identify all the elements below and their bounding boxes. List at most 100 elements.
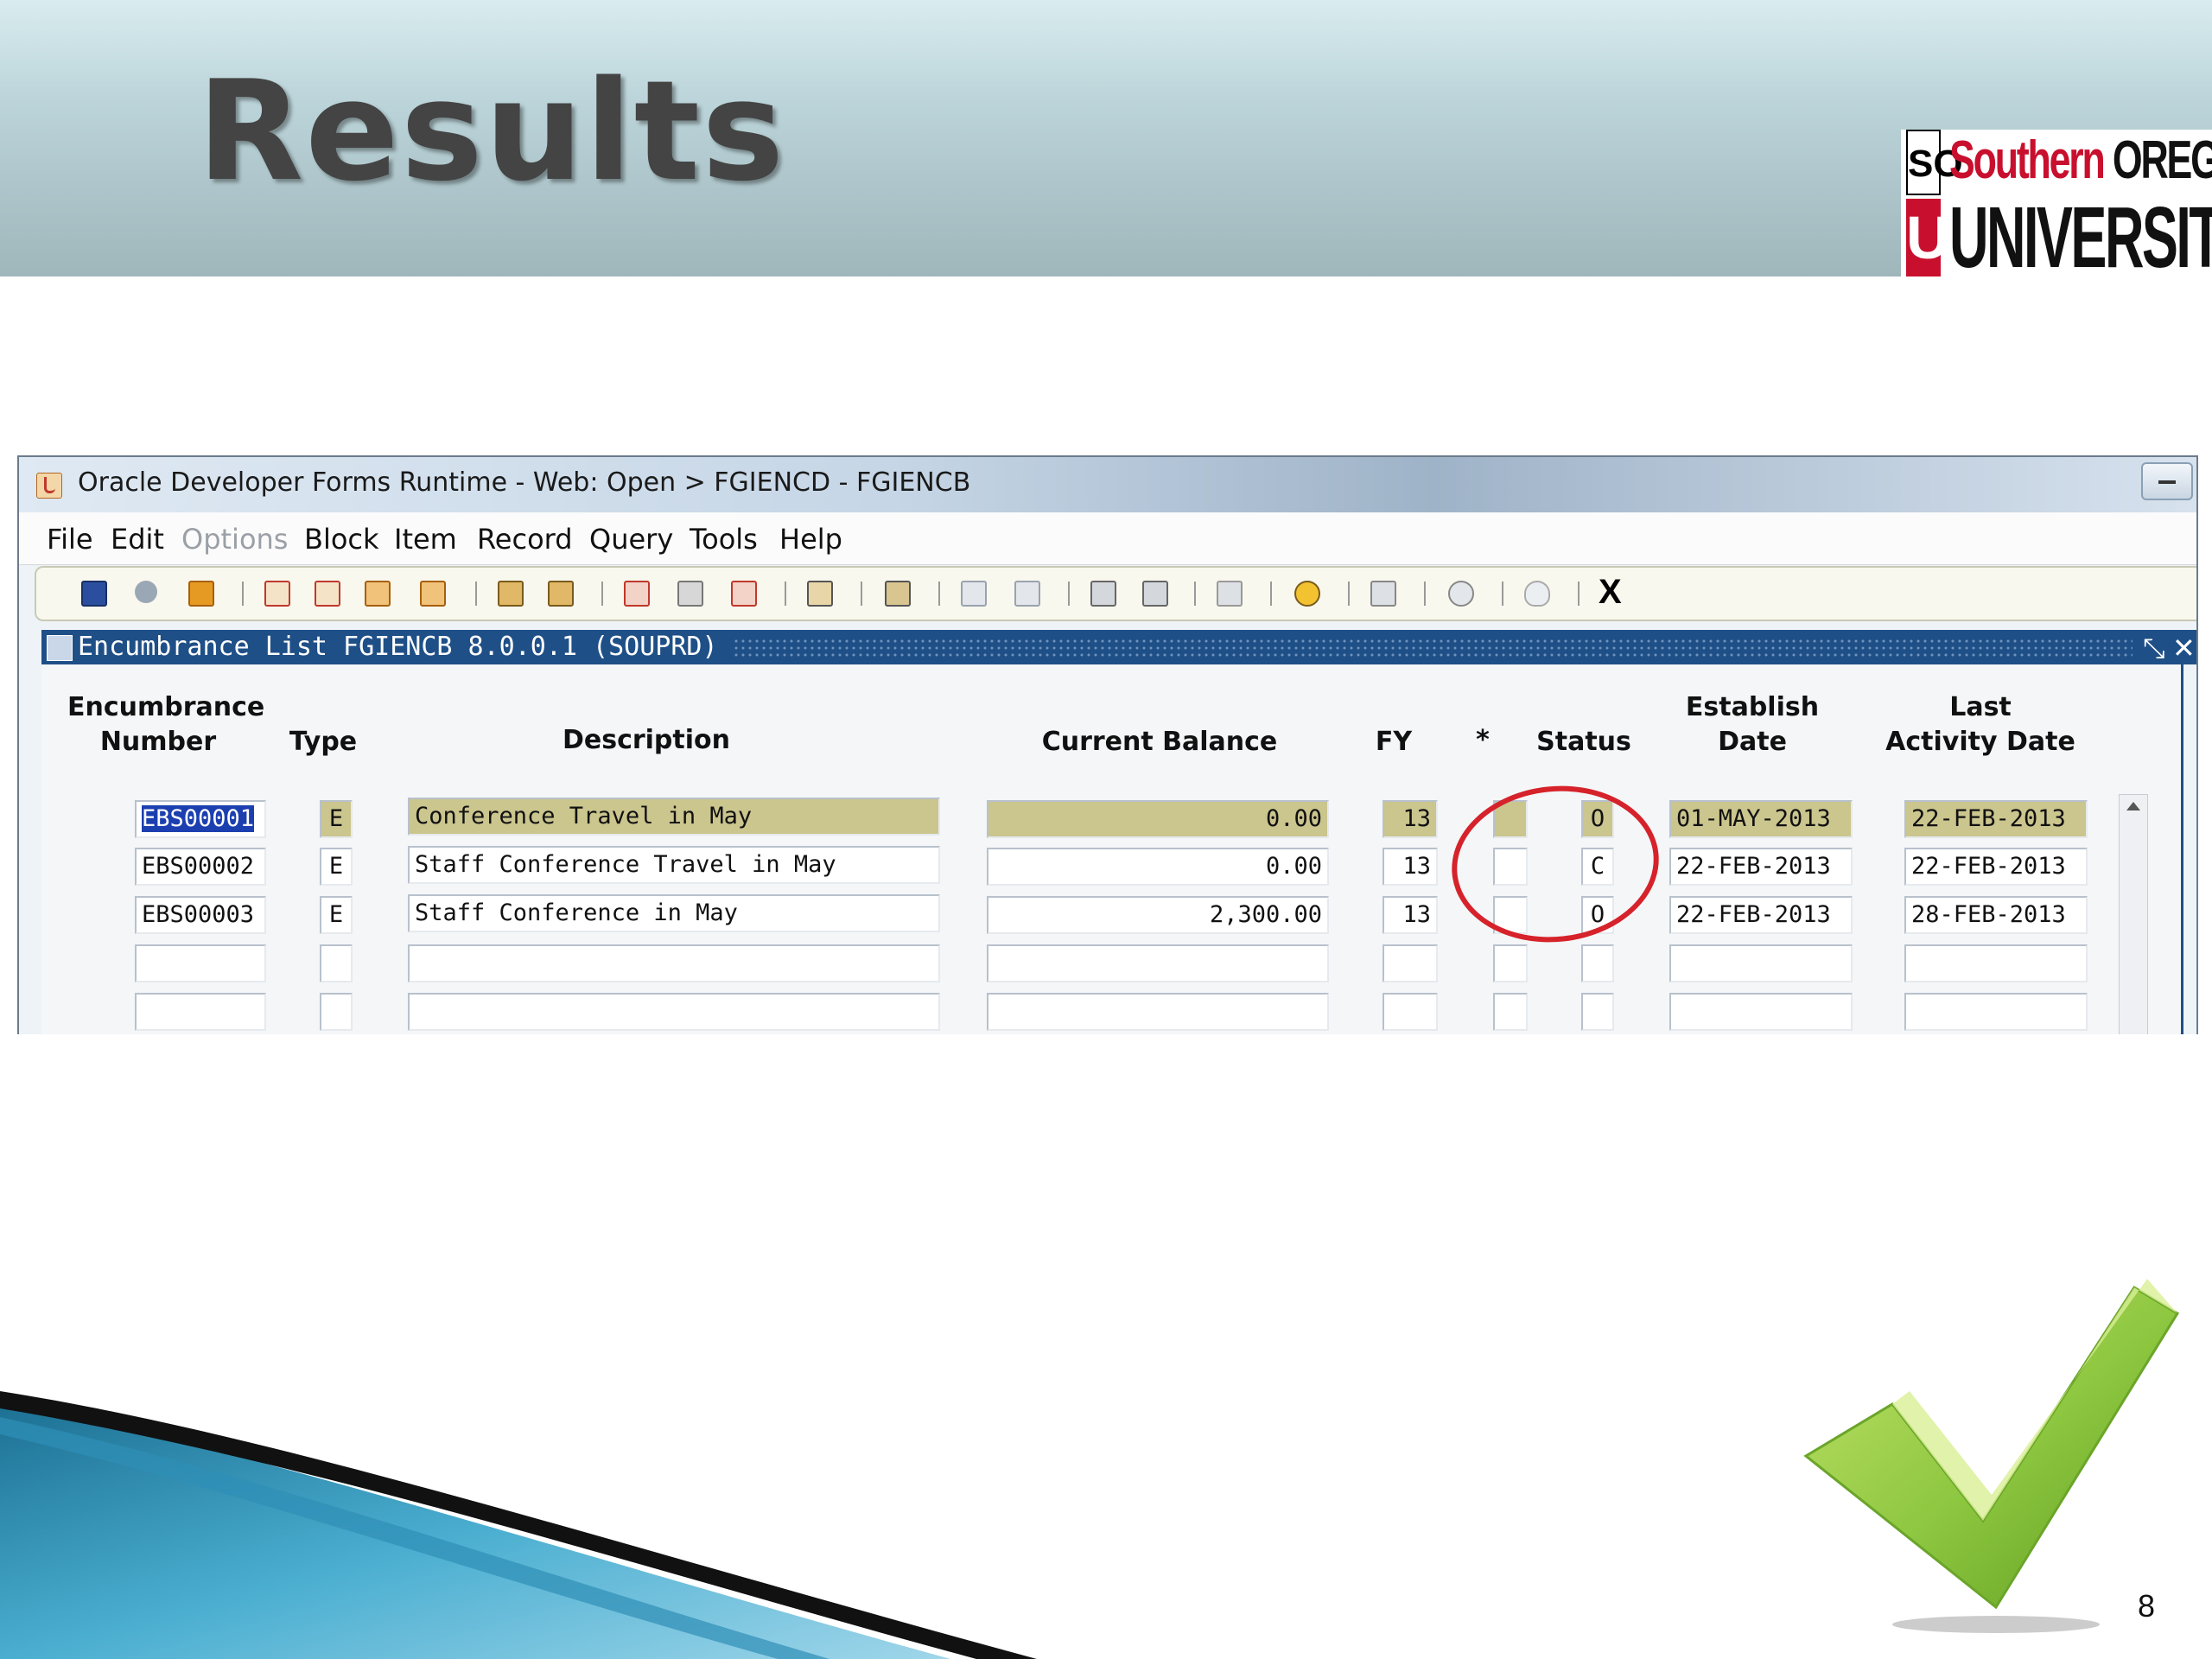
remove-record-button[interactable]: [544, 578, 575, 607]
window-titlebar: Oracle Developer Forms Runtime - Web: Op…: [19, 457, 2196, 512]
speaker-button[interactable]: [1213, 578, 1244, 607]
description-field[interactable]: [408, 944, 940, 982]
logo-u: U: [1906, 199, 1950, 276]
tree-expand-button[interactable]: [1087, 578, 1118, 607]
crosshair-icon: [1294, 581, 1320, 607]
speaker-icon: [1217, 581, 1243, 607]
enc-number-field[interactable]: [135, 993, 266, 1031]
establish-date-field[interactable]: [1669, 944, 1853, 982]
menu-edit[interactable]: Edit: [111, 523, 164, 556]
last-activity-date-field[interactable]: [1904, 993, 2088, 1031]
fy-field[interactable]: [1382, 944, 1438, 982]
enc-number-field[interactable]: EBS00003: [135, 896, 266, 934]
tree-collapse-button[interactable]: [1139, 578, 1170, 607]
export-icon: [1370, 581, 1396, 607]
save-button[interactable]: [78, 578, 109, 607]
star-field[interactable]: [1493, 944, 1528, 982]
last-activity-date-field[interactable]: 22-FEB-2013: [1904, 848, 2088, 886]
insert-record-icon: [498, 581, 524, 607]
lightbulb-icon: [1524, 581, 1550, 607]
enc-number-field[interactable]: EBS00001: [135, 800, 266, 838]
description-field[interactable]: [408, 993, 940, 1031]
help-button[interactable]: [1445, 578, 1476, 607]
fy-field[interactable]: 13: [1382, 848, 1438, 886]
menu-help[interactable]: Help: [779, 523, 842, 556]
search-button[interactable]: [957, 578, 988, 607]
insert-record-button[interactable]: [494, 578, 525, 607]
balance-field[interactable]: [987, 993, 1329, 1031]
type-field[interactable]: E: [320, 848, 353, 886]
next-record-button[interactable]: [416, 578, 448, 607]
menu-file[interactable]: File: [47, 523, 93, 556]
last-activity-date-field[interactable]: 22-FEB-2013: [1904, 800, 2088, 838]
menu-options-label: Options: [181, 523, 289, 556]
toolbar-separator: [1348, 582, 1350, 606]
menu-options[interactable]: Options: [181, 523, 288, 556]
remove-record-icon: [548, 581, 574, 607]
status-field[interactable]: [1581, 944, 1614, 982]
establish-date-field[interactable]: [1669, 993, 1853, 1031]
type-field[interactable]: E: [320, 800, 353, 838]
toolbar-separator: [785, 582, 786, 606]
vertical-scrollbar[interactable]: [2119, 794, 2148, 1034]
description-field[interactable]: Staff Conference in May: [408, 894, 940, 932]
menu-record[interactable]: Record: [477, 523, 573, 556]
window-title: Oracle Developer Forms Runtime - Web: Op…: [78, 467, 971, 498]
type-field[interactable]: [320, 993, 353, 1031]
establish-date-field[interactable]: 22-FEB-2013: [1669, 848, 1853, 886]
status-field[interactable]: [1581, 993, 1614, 1031]
restore-icon[interactable]: ⤡: [2143, 632, 2165, 665]
balance-field[interactable]: 0.00: [987, 800, 1329, 838]
last-activity-date-field[interactable]: 28-FEB-2013: [1904, 896, 2088, 934]
exit-button[interactable]: X: [1599, 573, 1622, 612]
execute-query-button[interactable]: [674, 578, 705, 607]
type-field[interactable]: E: [320, 896, 353, 934]
logo-so: SO: [1906, 130, 1963, 195]
fy-field[interactable]: 13: [1382, 896, 1438, 934]
type-field[interactable]: [320, 944, 353, 982]
export-button[interactable]: [1367, 578, 1398, 607]
next-record-icon: [420, 581, 446, 607]
col-enc-line2: Number: [99, 727, 217, 757]
establish-date-field[interactable]: 22-FEB-2013: [1669, 896, 1853, 934]
duplicate-button[interactable]: [804, 578, 835, 607]
star-field[interactable]: [1493, 993, 1528, 1031]
menu-item[interactable]: Item: [394, 523, 457, 556]
print-screen-button[interactable]: [881, 578, 912, 607]
col-status: Status: [1536, 727, 1631, 757]
previous-record-button[interactable]: [361, 578, 392, 607]
enc-number-field[interactable]: [135, 944, 266, 982]
rollback-button[interactable]: [131, 578, 162, 607]
hint-button[interactable]: [1521, 578, 1552, 607]
next-block-button[interactable]: [261, 578, 292, 607]
options-button[interactable]: [1011, 578, 1042, 607]
establish-date-field[interactable]: 01-MAY-2013: [1669, 800, 1853, 838]
logo-university: UNIVERSITY: [1949, 189, 2212, 286]
balance-field[interactable]: [987, 944, 1329, 982]
fy-field[interactable]: 13: [1382, 800, 1438, 838]
fy-field[interactable]: [1382, 993, 1438, 1031]
col-enc-line1: Encumbrance: [67, 692, 265, 722]
document-icon: [188, 581, 214, 607]
form-header: Encumbrance List FGIENCB 8.0.0.1 (SOUPRD…: [41, 630, 2196, 665]
cancel-query-button[interactable]: [728, 578, 759, 607]
close-icon[interactable]: ✕: [2172, 632, 2196, 664]
menu-query[interactable]: Query: [589, 523, 673, 556]
enc-number-field[interactable]: EBS00002: [135, 848, 266, 886]
enter-query-button[interactable]: [620, 578, 652, 607]
description-field[interactable]: Conference Travel in May: [408, 798, 940, 836]
toolbar-separator: [938, 582, 940, 606]
minimize-button[interactable]: [2141, 462, 2193, 500]
oracle-forms-window: Oracle Developer Forms Runtime - Web: Op…: [17, 455, 2198, 1034]
menu-block[interactable]: Block: [304, 523, 379, 556]
toolbar-separator: [1424, 582, 1426, 606]
previous-block-button[interactable]: [311, 578, 342, 607]
target-button[interactable]: [1291, 578, 1322, 607]
menu-tools[interactable]: Tools: [690, 523, 758, 556]
col-description: Description: [562, 725, 731, 755]
description-field[interactable]: Staff Conference Travel in May: [408, 846, 940, 884]
print-button[interactable]: [185, 578, 216, 607]
last-activity-date-field[interactable]: [1904, 944, 2088, 982]
balance-field[interactable]: 2,300.00: [987, 896, 1329, 934]
balance-field[interactable]: 0.00: [987, 848, 1329, 886]
